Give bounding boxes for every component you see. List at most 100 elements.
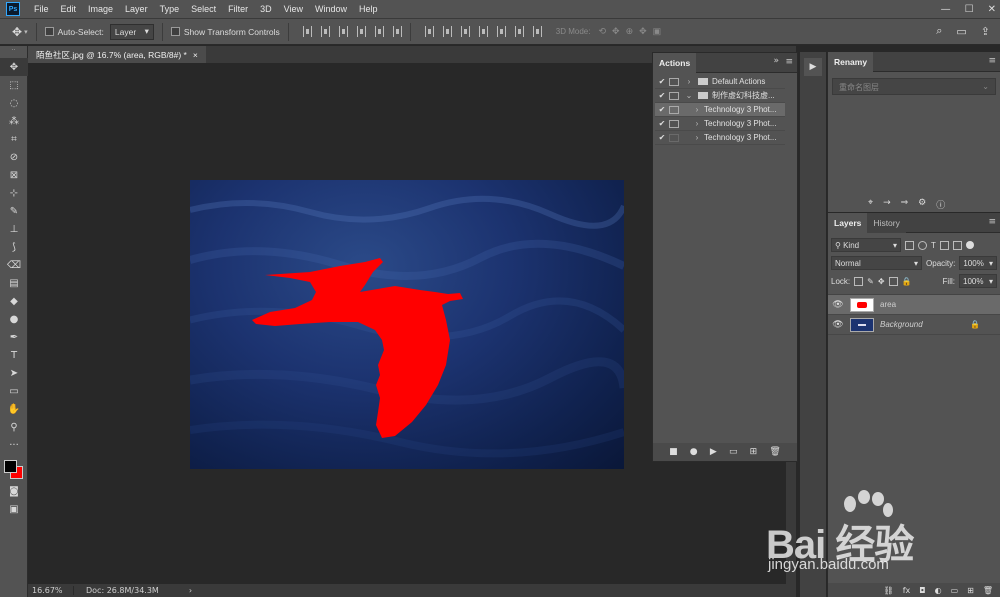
menu-select[interactable]: Select bbox=[185, 4, 222, 14]
move-tool-icon[interactable]: ✥ bbox=[0, 58, 28, 76]
visibility-eye-icon[interactable]: 👁 bbox=[828, 299, 848, 310]
filter-smart-icon[interactable] bbox=[952, 240, 962, 250]
hand-icon[interactable]: ✋ bbox=[0, 400, 28, 418]
dodge-icon[interactable]: ● bbox=[0, 310, 28, 328]
menu-help[interactable]: Help bbox=[353, 4, 384, 14]
brush-icon[interactable]: ✎ bbox=[0, 202, 28, 220]
align-top-icon[interactable] bbox=[302, 26, 312, 37]
rectangle-icon[interactable]: ▭ bbox=[0, 382, 28, 400]
tab-actions[interactable]: Actions bbox=[653, 52, 697, 73]
lock-position-icon[interactable]: ✥ bbox=[878, 277, 885, 286]
layer-filter-dropdown[interactable]: ⚲ Kind ▾ bbox=[831, 238, 901, 252]
filter-pixel-icon[interactable] bbox=[905, 240, 914, 250]
distribute-left-icon[interactable] bbox=[478, 26, 488, 37]
layer-name[interactable]: Background bbox=[880, 320, 923, 329]
auto-select-dropdown[interactable]: Layer ▾ bbox=[109, 23, 154, 40]
tab-layers[interactable]: Layers bbox=[828, 212, 868, 233]
collapse-arrow-icon[interactable]: ⌄ bbox=[684, 91, 694, 100]
crop-icon[interactable]: ⌗ bbox=[0, 130, 28, 148]
checkbox-icon[interactable] bbox=[170, 27, 180, 36]
menu-layer[interactable]: Layer bbox=[119, 4, 154, 14]
distribute-bottom-icon[interactable] bbox=[460, 26, 470, 37]
lock-all-icon[interactable]: 🔒 bbox=[902, 277, 912, 286]
play-icon[interactable]: ▶ bbox=[710, 447, 717, 457]
menu-view[interactable]: View bbox=[278, 4, 309, 14]
search-icon[interactable]: ⌕ bbox=[936, 25, 942, 38]
dialog-toggle-icon[interactable] bbox=[669, 119, 679, 128]
lock-artboard-icon[interactable] bbox=[888, 276, 898, 286]
maximize-button[interactable]: ☐ bbox=[965, 4, 974, 15]
actions-dock-play-icon[interactable]: ▶ bbox=[804, 58, 822, 76]
status-menu-icon[interactable]: › bbox=[189, 586, 192, 595]
menu-3d[interactable]: 3D bbox=[254, 4, 278, 14]
close-tab-icon[interactable]: × bbox=[193, 50, 198, 60]
action-set-row[interactable]: ✔ ⌄ 制作虚幻科技虚... bbox=[655, 89, 785, 103]
dialog-toggle-icon[interactable] bbox=[669, 133, 679, 142]
more-icon[interactable]: ··· bbox=[0, 436, 28, 454]
panel-menu-icon[interactable]: ≡ bbox=[988, 56, 996, 66]
filter-toggle-icon[interactable] bbox=[965, 241, 974, 249]
zoom-level[interactable]: 16.67% bbox=[28, 586, 74, 595]
check-icon[interactable]: ✔ bbox=[655, 91, 669, 100]
pen-icon[interactable]: ✒ bbox=[0, 328, 28, 346]
eyedropper-icon[interactable]: ⊘ bbox=[0, 148, 28, 166]
new-set-icon[interactable]: ▭ bbox=[729, 447, 738, 457]
new-layer-icon[interactable]: ⊞ bbox=[967, 586, 974, 595]
clone-stamp-icon[interactable]: ⊥ bbox=[0, 220, 28, 238]
healing-brush-icon[interactable]: ⊹ bbox=[0, 184, 28, 202]
type-icon[interactable]: T bbox=[0, 346, 28, 364]
expand-arrow-icon[interactable]: › bbox=[684, 77, 694, 86]
zoom-icon[interactable]: ⚲ bbox=[0, 418, 28, 436]
renamy-next-icon[interactable]: → bbox=[883, 198, 891, 211]
layer-row-area[interactable]: 👁 area bbox=[828, 295, 1000, 315]
lock-image-icon[interactable]: ✎ bbox=[867, 277, 874, 286]
workspace-icon[interactable]: ▭ bbox=[956, 25, 966, 38]
distribute-hcenter-icon[interactable] bbox=[496, 26, 506, 37]
delete-icon[interactable]: 🗑 bbox=[769, 447, 780, 457]
expand-arrow-icon[interactable]: › bbox=[692, 105, 702, 114]
marquee-icon[interactable]: ⬚ bbox=[0, 76, 28, 94]
share-icon[interactable]: ⇪ bbox=[981, 25, 990, 38]
chevron-down-icon[interactable]: ▾ bbox=[24, 28, 28, 36]
history-brush-icon[interactable]: ⟆ bbox=[0, 238, 28, 256]
distribute-top-icon[interactable] bbox=[424, 26, 434, 37]
move-tool-preset-icon[interactable]: ✥ bbox=[12, 25, 22, 39]
collapse-icon[interactable]: » bbox=[773, 56, 779, 66]
check-icon[interactable]: ✔ bbox=[655, 119, 669, 128]
align-right-icon[interactable] bbox=[392, 26, 402, 37]
check-icon[interactable]: ✔ bbox=[655, 133, 669, 142]
menu-file[interactable]: File bbox=[28, 4, 55, 14]
distribute-vcenter-icon[interactable] bbox=[442, 26, 452, 37]
menu-filter[interactable]: Filter bbox=[222, 4, 254, 14]
lasso-icon[interactable]: ◌ bbox=[0, 94, 28, 112]
dialog-toggle-icon[interactable] bbox=[669, 91, 679, 100]
panel-menu-icon[interactable]: ≡ bbox=[785, 57, 793, 67]
menu-edit[interactable]: Edit bbox=[55, 4, 83, 14]
stop-icon[interactable]: ■ bbox=[669, 447, 678, 457]
menu-window[interactable]: Window bbox=[309, 4, 353, 14]
renamy-forward-icon[interactable]: ⇒ bbox=[901, 198, 909, 211]
rename-input[interactable]: 重命名图层 ⌄ bbox=[832, 78, 996, 95]
screen-mode-icon[interactable]: ▣ bbox=[0, 500, 28, 518]
3d-mode-icons[interactable]: ⟲✥⊕✥▣ bbox=[598, 26, 667, 37]
minimize-button[interactable]: — bbox=[941, 4, 951, 15]
filter-shape-icon[interactable] bbox=[939, 240, 949, 250]
renamy-settings-icon[interactable]: ⚙ bbox=[918, 198, 926, 211]
dialog-toggle-icon[interactable] bbox=[669, 77, 679, 86]
checkbox-icon[interactable] bbox=[44, 27, 54, 36]
action-row[interactable]: ✔ › Technology 3 Phot... bbox=[655, 117, 785, 131]
lock-transparent-icon[interactable] bbox=[854, 276, 864, 286]
align-vcenter-icon[interactable] bbox=[320, 26, 330, 37]
gradient-icon[interactable]: ▤ bbox=[0, 274, 28, 292]
action-row[interactable]: ✔ › Technology 3 Phot... bbox=[655, 131, 785, 145]
check-icon[interactable]: ✔ bbox=[655, 105, 669, 114]
record-icon[interactable]: ● bbox=[690, 447, 698, 457]
menu-image[interactable]: Image bbox=[82, 4, 119, 14]
auto-align-icon[interactable] bbox=[532, 26, 542, 37]
close-window-button[interactable]: ✕ bbox=[988, 4, 996, 15]
tab-renamy[interactable]: Renamy bbox=[828, 51, 874, 72]
blur-icon[interactable]: ◆ bbox=[0, 292, 28, 310]
align-bottom-icon[interactable] bbox=[338, 26, 348, 37]
foreground-color[interactable] bbox=[4, 460, 17, 473]
delete-layer-icon[interactable]: 🗑 bbox=[983, 586, 993, 595]
